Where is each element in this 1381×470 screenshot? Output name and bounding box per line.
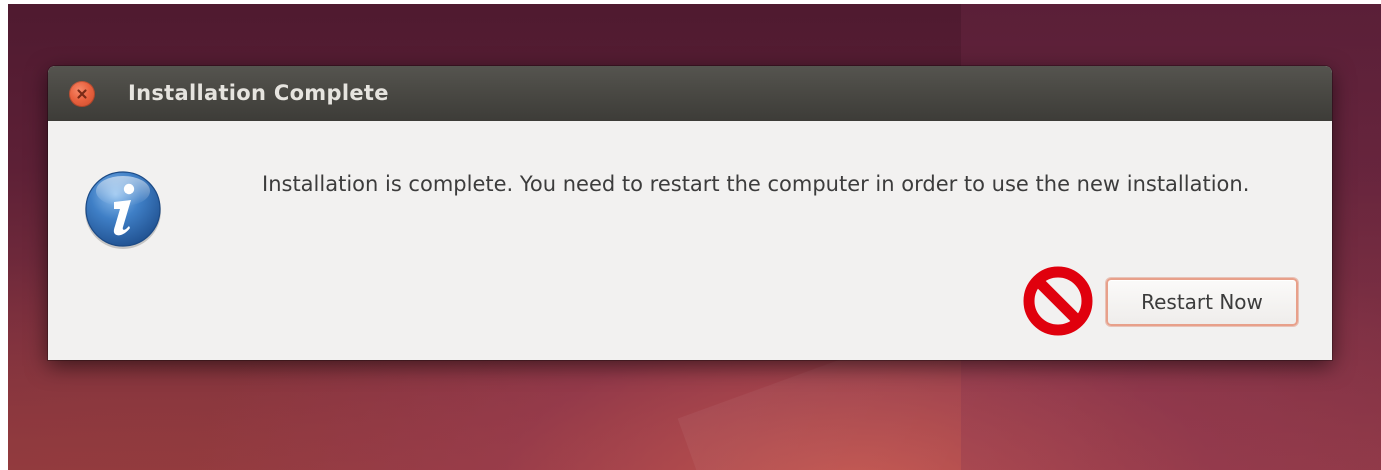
close-button[interactable]	[69, 81, 95, 107]
installation-complete-dialog: Installation Complete Installation is co…	[48, 66, 1332, 360]
close-icon	[77, 89, 87, 99]
window-title: Installation Complete	[128, 81, 389, 105]
no-sign-icon	[1023, 266, 1093, 336]
dialog-message: Installation is complete. You need to re…	[262, 172, 1250, 196]
restart-now-button[interactable]: Restart Now	[1106, 278, 1298, 326]
title-bar[interactable]: Installation Complete	[48, 66, 1332, 121]
info-icon	[85, 171, 161, 249]
